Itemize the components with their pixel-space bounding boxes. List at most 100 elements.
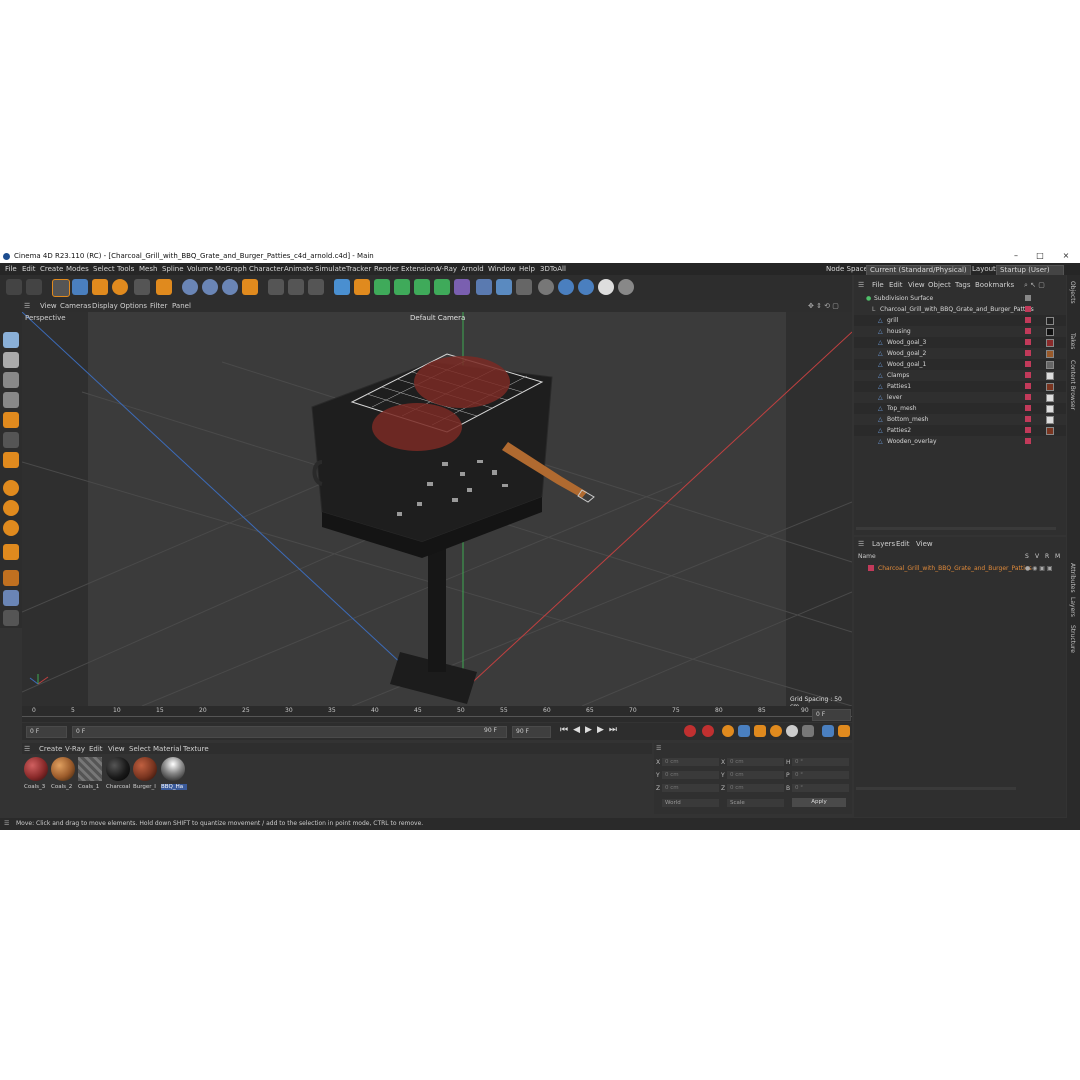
om-menu-object[interactable]: Object xyxy=(928,281,951,289)
rotate-icon[interactable] xyxy=(112,279,128,295)
om-menu-bookmarks[interactable]: Bookmarks xyxy=(975,281,1014,289)
rotation-h-field[interactable]: 0 ° xyxy=(792,758,849,766)
material-tag[interactable] xyxy=(1046,339,1054,347)
menu-character[interactable]: Character xyxy=(249,265,284,273)
snap-icon[interactable] xyxy=(3,480,19,496)
object-row-root[interactable]: ● Subdivision Surface xyxy=(854,293,1066,304)
motion-icon[interactable] xyxy=(822,725,834,737)
layer-tag[interactable] xyxy=(1025,361,1031,367)
material-tag[interactable] xyxy=(1046,372,1054,380)
recent-tools-icon[interactable] xyxy=(134,279,150,295)
om-menu-view[interactable]: View xyxy=(908,281,925,289)
layer-tag[interactable] xyxy=(1025,383,1031,389)
mat-menu-view[interactable]: View xyxy=(108,745,125,753)
menu-tools[interactable]: Tools xyxy=(117,265,134,273)
om-menu-file[interactable]: File xyxy=(872,281,884,289)
charcoal-grill-model[interactable] xyxy=(311,353,595,704)
python-icon[interactable] xyxy=(558,279,574,295)
volume-icon[interactable] xyxy=(434,279,450,295)
mat-menu-edit[interactable]: Edit xyxy=(89,745,103,753)
edges-mode-icon[interactable] xyxy=(3,392,19,408)
viewport-menu-display[interactable]: Display xyxy=(92,302,118,310)
maximize-icon[interactable]: □ xyxy=(1034,251,1046,262)
timeline-window-icon[interactable] xyxy=(838,725,850,737)
polygons-mode-icon[interactable] xyxy=(3,412,19,428)
viewport-hamburger-icon[interactable]: ☰ xyxy=(24,302,30,310)
tab-content-browser[interactable]: Content Browser xyxy=(1069,360,1076,410)
key-param-icon[interactable] xyxy=(786,725,798,737)
coord-hamburger-icon[interactable]: ☰ xyxy=(656,745,661,752)
object-scrollbar[interactable] xyxy=(856,527,1056,530)
redo-icon[interactable] xyxy=(26,279,42,295)
rotation-p-field[interactable]: 0 ° xyxy=(792,771,849,779)
object-row[interactable]: △ Patties1 xyxy=(854,381,1066,392)
tab-structure[interactable]: Structure xyxy=(1069,625,1076,653)
python-script-icon[interactable] xyxy=(578,279,594,295)
material-hamburger-icon[interactable]: ☰ xyxy=(24,745,30,753)
layer-tag[interactable] xyxy=(1025,394,1031,400)
timeline-ruler[interactable]: 0 5 10 15 20 25 30 35 40 45 50 55 60 65 … xyxy=(22,706,852,722)
size-y-field[interactable]: 0 cm xyxy=(727,771,784,779)
workplane-icon[interactable] xyxy=(3,570,19,586)
cube-icon[interactable] xyxy=(334,279,350,295)
layer-tag[interactable] xyxy=(1025,405,1031,411)
playback-controls[interactable]: ⏮◀▶▶⏭ xyxy=(560,725,622,735)
mat-menu-create[interactable]: Create xyxy=(39,745,62,753)
apply-button[interactable]: Apply xyxy=(792,798,846,807)
end-frame-field[interactable]: 90 F xyxy=(512,726,551,738)
live-selection-icon[interactable] xyxy=(52,279,70,297)
om-search-icon[interactable]: ⌕ ↖ ▢ xyxy=(1024,281,1045,290)
pen-icon[interactable] xyxy=(354,279,370,295)
minimize-icon[interactable]: – xyxy=(1010,251,1022,262)
x-axis-icon[interactable] xyxy=(182,279,198,295)
mat-menu-material[interactable]: Material xyxy=(153,745,181,753)
tab-attributes[interactable]: Attributes xyxy=(1069,563,1076,593)
solo-icon[interactable] xyxy=(3,610,19,626)
object-row[interactable]: △ Wood_goal_1 xyxy=(854,359,1066,370)
camera-label[interactable]: Default Camera xyxy=(410,314,465,322)
material-tag[interactable] xyxy=(1046,416,1054,424)
axis-mode-icon[interactable] xyxy=(3,452,19,468)
layer-tag[interactable] xyxy=(1025,317,1031,323)
size-x-field[interactable]: 0 cm xyxy=(727,758,784,766)
menu-simulate[interactable]: Simulate xyxy=(315,265,346,273)
menu-window[interactable]: Window xyxy=(488,265,516,273)
layer-menu-layers[interactable]: Layers xyxy=(872,540,895,548)
object-row[interactable]: △ Wooden_overlay xyxy=(854,436,1066,447)
layer-tag[interactable] xyxy=(1025,306,1031,312)
om-menu-tags[interactable]: Tags xyxy=(955,281,971,289)
menu-help[interactable]: Help xyxy=(519,265,535,273)
menu-3dtoall[interactable]: 3DToAll xyxy=(540,265,566,273)
material-tag[interactable] xyxy=(1046,383,1054,391)
object-row-group[interactable]: L Charcoal_Grill_with_BBQ_Grate_and_Burg… xyxy=(854,304,1066,315)
status-hamburger-icon[interactable]: ☰ xyxy=(4,820,9,827)
current-frame-field[interactable]: 0 F xyxy=(812,709,851,721)
layer-tag[interactable] xyxy=(1025,350,1031,356)
tab-objects[interactable]: Objects xyxy=(1069,281,1076,304)
viewport-menu-panel[interactable]: Panel xyxy=(172,302,191,310)
layer-tag[interactable] xyxy=(1025,339,1031,345)
object-row[interactable]: △ Patties2 xyxy=(854,425,1066,436)
undo-icon[interactable] xyxy=(6,279,22,295)
layer-tag[interactable] xyxy=(1025,372,1031,378)
viewport-menu-filter[interactable]: Filter xyxy=(150,302,167,310)
tab-takes[interactable]: Takes xyxy=(1069,333,1076,349)
autokey-icon[interactable] xyxy=(702,725,714,737)
material-swatch[interactable] xyxy=(51,757,75,781)
globe-icon[interactable] xyxy=(618,279,634,295)
mat-menu-texture[interactable]: Texture xyxy=(183,745,209,753)
menu-create[interactable]: Create xyxy=(40,265,63,273)
layer-menu-view[interactable]: View xyxy=(916,540,933,548)
material-tag[interactable] xyxy=(1046,350,1054,358)
object-row[interactable]: △ Wood_goal_2 xyxy=(854,348,1066,359)
layer-row[interactable]: Charcoal_Grill_with_BBQ_Grate_and_Burger… xyxy=(854,563,1066,574)
menu-volume[interactable]: Volume xyxy=(187,265,213,273)
record-icon[interactable] xyxy=(684,725,696,737)
material-swatch[interactable] xyxy=(161,757,185,781)
z-axis-icon[interactable] xyxy=(222,279,238,295)
menu-arnold[interactable]: Arnold xyxy=(461,265,484,273)
layer-tag[interactable] xyxy=(1025,328,1031,334)
material-swatch[interactable] xyxy=(133,757,157,781)
key-pla-icon[interactable] xyxy=(802,725,814,737)
object-row[interactable]: △ Clamps xyxy=(854,370,1066,381)
